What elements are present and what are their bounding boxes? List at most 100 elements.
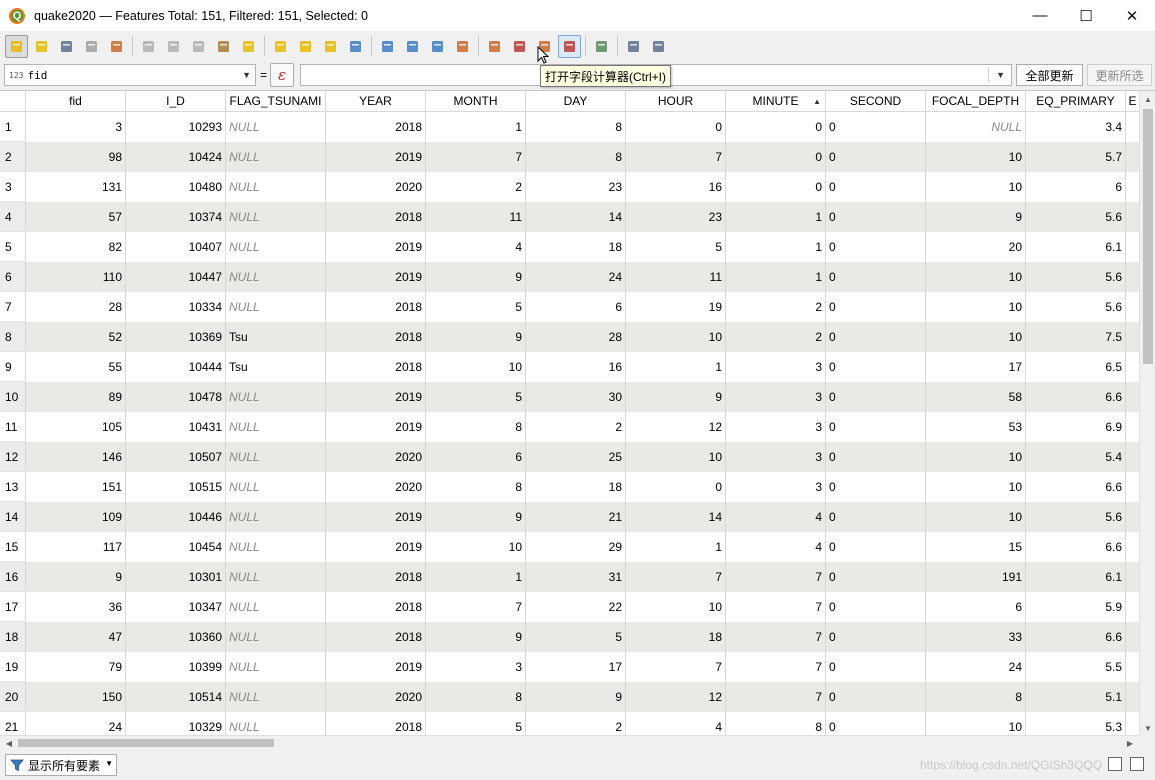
table-cell[interactable]: 53 (926, 412, 1026, 442)
table-cell[interactable]: 28 (526, 322, 626, 352)
column-header-hour[interactable]: HOUR (626, 91, 726, 112)
table-cell[interactable]: 6 (526, 292, 626, 322)
table-cell[interactable]: 10 (626, 322, 726, 352)
table-cell[interactable]: 6.9 (1026, 412, 1126, 442)
row-number[interactable]: 21 (0, 712, 26, 735)
table-row[interactable]: 16 9 10301 NULL 2018 1 31 7 7 0 191 6.1 (0, 562, 1140, 592)
table-cell[interactable]: NULL (226, 292, 326, 322)
table-cell[interactable]: NULL (226, 682, 326, 712)
table-cell[interactable]: 10444 (126, 352, 226, 382)
table-cell[interactable]: 2019 (326, 232, 426, 262)
table-cell[interactable]: 2018 (326, 562, 426, 592)
table-cell[interactable]: 2019 (326, 382, 426, 412)
table-cell[interactable]: NULL (226, 142, 326, 172)
table-cell[interactable]: 1 (626, 532, 726, 562)
table-cell[interactable]: 12 (626, 412, 726, 442)
table-cell[interactable]: 191 (926, 562, 1026, 592)
horizontal-scroll-thumb[interactable] (18, 739, 274, 747)
table-cell[interactable]: 0 (826, 472, 926, 502)
table-cell[interactable]: 9 (26, 562, 126, 592)
table-cell[interactable]: 10 (926, 292, 1026, 322)
table-cell[interactable]: 3 (726, 472, 826, 502)
header-corner[interactable] (0, 91, 26, 112)
table-cell[interactable]: 31 (526, 562, 626, 592)
column-header-month[interactable]: MONTH (426, 91, 526, 112)
table-cell[interactable]: 10360 (126, 622, 226, 652)
table-cell[interactable]: NULL (226, 562, 326, 592)
table-cell[interactable]: 36 (26, 592, 126, 622)
new-field-button[interactable] (483, 35, 506, 58)
table-cell[interactable]: 2018 (326, 322, 426, 352)
row-number[interactable]: 8 (0, 322, 26, 352)
add-feature-button[interactable] (105, 35, 128, 58)
update-all-button[interactable]: 全部更新 (1016, 64, 1083, 86)
table-cell[interactable]: 2018 (326, 712, 426, 735)
table-cell[interactable]: NULL (226, 652, 326, 682)
table-cell[interactable]: 7 (626, 652, 726, 682)
show-all-features-button[interactable]: 显示所有要素 ▼ (5, 754, 117, 776)
field-calculator-button[interactable] (558, 34, 581, 58)
table-cell[interactable]: 5 (426, 382, 526, 412)
table-cell[interactable]: NULL (226, 712, 326, 735)
table-cell[interactable]: 6.6 (1026, 622, 1126, 652)
table-cell[interactable]: 6.5 (1026, 352, 1126, 382)
table-cell[interactable]: 57 (26, 202, 126, 232)
table-cell[interactable]: 10 (926, 322, 1026, 352)
table-cell[interactable]: 5.6 (1026, 292, 1126, 322)
table-cell[interactable]: 6.6 (1026, 382, 1126, 412)
cut-button[interactable] (162, 35, 185, 58)
table-cell[interactable]: 0 (826, 562, 926, 592)
table-cell[interactable]: 150 (26, 682, 126, 712)
table-cell[interactable]: 151 (26, 472, 126, 502)
table-cell[interactable]: 2020 (326, 472, 426, 502)
table-cell[interactable]: 98 (26, 142, 126, 172)
table-cell[interactable]: 9 (426, 622, 526, 652)
horizontal-scrollbar[interactable]: ◀ ▶ (0, 735, 1139, 749)
table-cell[interactable]: 10 (926, 142, 1026, 172)
table-cell[interactable]: 4 (726, 502, 826, 532)
table-cell[interactable]: 2018 (326, 292, 426, 322)
table-cell[interactable]: 146 (26, 442, 126, 472)
column-header-focal-depth[interactable]: FOCAL_DEPTH (926, 91, 1026, 112)
table-row[interactable]: 10 89 10478 NULL 2019 5 30 9 3 0 58 6.6 (0, 382, 1140, 412)
table-row[interactable]: 9 55 10444 Tsu 2018 10 16 1 3 0 17 6.5 (0, 352, 1140, 382)
table-cell[interactable]: NULL (226, 472, 326, 502)
table-cell[interactable]: 2 (526, 712, 626, 735)
table-cell[interactable]: 0 (826, 262, 926, 292)
row-number[interactable]: 13 (0, 472, 26, 502)
table-row[interactable]: 2 98 10424 NULL 2019 7 8 7 0 0 10 5.7 (0, 142, 1140, 172)
maximize-button[interactable]: ☐ (1063, 0, 1109, 31)
row-number[interactable]: 20 (0, 682, 26, 712)
table-cell[interactable]: 20 (926, 232, 1026, 262)
row-number[interactable]: 10 (0, 382, 26, 412)
table-cell[interactable]: 0 (826, 412, 926, 442)
table-cell[interactable]: 9 (526, 682, 626, 712)
table-cell[interactable]: 2018 (326, 202, 426, 232)
table-cell[interactable]: NULL (226, 202, 326, 232)
table-cell[interactable]: 89 (26, 382, 126, 412)
table-cell[interactable]: Tsu (226, 352, 326, 382)
table-cell[interactable]: 24 (926, 652, 1026, 682)
table-cell[interactable]: 10 (426, 352, 526, 382)
vertical-scroll-thumb[interactable] (1143, 109, 1153, 364)
table-cell[interactable]: 110 (26, 262, 126, 292)
delete-field-button[interactable] (508, 35, 531, 58)
table-cell[interactable]: 10424 (126, 142, 226, 172)
table-cell[interactable]: 2020 (326, 172, 426, 202)
table-cell[interactable]: NULL (226, 502, 326, 532)
toggle-editing-button[interactable] (5, 34, 28, 58)
table-cell[interactable]: 14 (626, 502, 726, 532)
table-cell[interactable]: 0 (826, 442, 926, 472)
table-cell[interactable]: 0 (826, 112, 926, 142)
column-header-eq-primary[interactable]: EQ_PRIMARY (1026, 91, 1126, 112)
table-cell[interactable]: 10293 (126, 112, 226, 142)
table-cell[interactable]: 18 (526, 472, 626, 502)
invert-selection-button[interactable] (294, 35, 317, 58)
actions-button[interactable] (622, 35, 645, 58)
row-number[interactable]: 19 (0, 652, 26, 682)
table-cell[interactable]: 2 (726, 292, 826, 322)
update-selected-button[interactable]: 更新所选 (1087, 64, 1152, 86)
row-number[interactable]: 1 (0, 112, 26, 142)
table-cell[interactable]: 30 (526, 382, 626, 412)
table-cell[interactable]: 2 (526, 412, 626, 442)
